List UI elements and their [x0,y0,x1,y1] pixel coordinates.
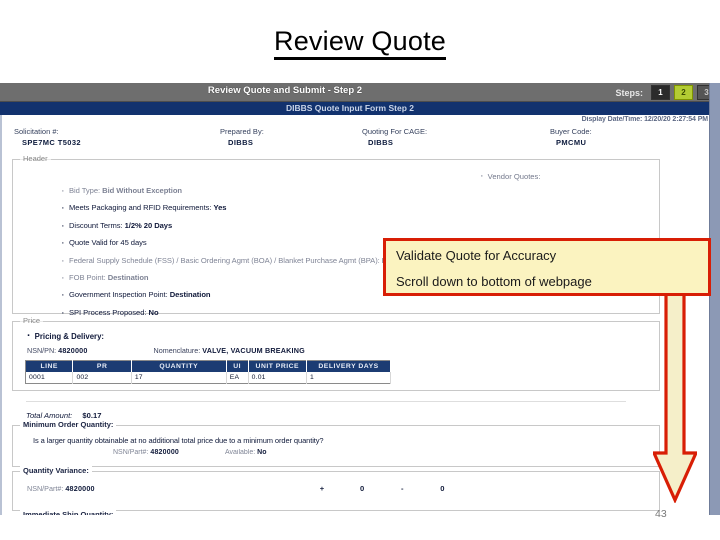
form-body: Display Date/Time: 12/20/20 2:27:54 PM S… [0,115,720,515]
steps-indicator: Steps: 1 2 3 [615,85,716,100]
minimum-order-quantity-section: Minimum Order Quantity: Is a larger quan… [12,420,660,467]
quantity-variance-values: + 0 - 0 [303,484,461,493]
form-banner: DIBBS Quote Input Form Step 2 [0,102,720,115]
buyer-code-label: Buyer Code: [550,127,592,136]
table-row: 0001 002 17 EA 0.01 1 [25,372,391,384]
moq-nsn-value: 4820000 [150,449,180,456]
qv-plus-value[interactable]: 0 [343,484,381,493]
pricing-table: LINE PR QUANTITY UI UNIT PRICE DELIVERY … [25,360,391,384]
bullet-value: Destination [169,290,211,300]
quoting-cage-label: Quoting For CAGE: [362,127,428,136]
qv-nsn-label: NSN/Part#: [27,484,64,493]
page-title: Review Quote [0,26,720,60]
cell-ui: EA [226,372,249,384]
cell-pr: 002 [72,372,132,384]
column-header-pr: PR [72,360,132,372]
callout-line-2: Scroll down to bottom of webpage [396,274,592,289]
minimum-order-quantity-detail: NSN/Part#: 4820000 Available: No [113,449,267,456]
divider [26,401,626,402]
nomenclature-label: Nomenclature: [153,346,201,355]
app-title-bar: Review Quote and Submit - Step 2 Steps: … [0,83,720,102]
quoting-cage-value: DIBBS [368,138,394,147]
pricing-delivery-label: Pricing & Delivery: [27,330,104,342]
total-amount-value: $0.17 [82,411,102,420]
bullet-value: Bid Without Exception [102,186,183,195]
bullet-value: Yes [213,203,227,213]
bullet-value: No [148,307,159,317]
quantity-variance-section: Quantity Variance: NSN/Part#: 4820000 + … [12,466,660,511]
column-header-delivery-days: DELIVERY DAYS [306,360,391,372]
cell-quantity[interactable]: 17 [131,372,227,384]
qv-minus-value[interactable]: 0 [423,484,461,493]
bullet-label: FOB Point: [69,272,106,282]
step-button-1[interactable]: 1 [651,85,670,100]
buyer-code-field: Buyer Code: PMCMU [550,127,592,147]
moq-available-value: No [257,449,267,456]
down-arrow-icon [653,293,697,503]
bullet-value: Destination [107,272,149,282]
solicitation-value: SPE7MC T5032 [22,138,81,147]
bullet-label: Meets Packaging and RFID Requirements: [69,203,212,213]
list-item: SPI Process Proposed: No [60,307,530,319]
qv-minus-label: - [400,484,404,493]
price-section: Price Pricing & Delivery: NSN/PN: 482000… [12,316,660,391]
header-fields: Solicitation #: SPE7MC T5032 Prepared By… [2,127,720,153]
nomenclature-value: VALVE, VACUUM BREAKING [202,346,305,355]
list-item: Discount Terms: 1/2% 20 Days [60,220,530,232]
header-section-legend: Header [20,154,51,163]
cell-delivery-days[interactable]: 1 [306,372,391,384]
annotation-callout: Validate Quote for Accuracy Scroll down … [383,238,711,296]
nsn-label: NSN/PN: [27,346,57,355]
total-amount-label: Total Amount: [26,411,73,420]
slide-page-number: 43 [655,508,667,520]
nsn-value: 4820000 [58,346,88,355]
minimum-order-quantity-question: Is a larger quantity obtainable at no ad… [33,436,324,445]
list-item: Bid Type: Bid Without Exception [60,185,530,197]
column-header-unit-price: UNIT PRICE [248,360,308,372]
price-section-legend: Price [20,316,44,325]
list-item: Meets Packaging and RFID Requirements: Y… [60,202,530,214]
form-banner-text: DIBBS Quote Input Form Step 2 [286,103,414,113]
vendor-quotes-label: Vendor Quotes: [480,170,541,182]
qv-nsn-value: 4820000 [65,484,95,493]
qv-plus-label: + [319,484,325,493]
solicitation-field: Solicitation #: SPE7MC T5032 [14,127,81,147]
bullet-label: SPI Process Proposed: [69,307,147,317]
column-header-line: LINE [25,360,74,372]
prepared-by-value: DIBBS [228,138,254,147]
immediate-ship-quantity-legend: Immediate Ship Quantity: [20,510,117,515]
display-datetime: Display Date/Time: 12/20/20 2:27:54 PM [581,116,709,123]
buyer-code-value: PMCMU [556,138,587,147]
steps-label: Steps: [615,87,643,98]
moq-nsn-label: NSN/Part#: [113,449,149,456]
quantity-variance-legend: Quantity Variance: [20,466,92,475]
app-title-text: Review Quote and Submit - Step 2 [207,85,363,96]
column-header-quantity: QUANTITY [131,360,227,372]
prepared-by-label: Prepared By: [220,127,264,136]
vertical-scrollbar[interactable] [709,83,720,515]
table-header-row: LINE PR QUANTITY UI UNIT PRICE DELIVERY … [25,360,391,372]
bullet-value: 1/2% 20 Days [124,220,173,230]
page-title-text: Review Quote [274,26,446,60]
minimum-order-quantity-legend: Minimum Order Quantity: [20,420,117,429]
quoting-cage-field: Quoting For CAGE: DIBBS [362,127,427,147]
cell-unit-price[interactable]: 0.01 [248,372,308,384]
bullet-label: Government Inspection Point: [69,290,168,300]
column-header-ui: UI [226,360,249,372]
total-amount: Total Amount: $0.17 [26,411,101,420]
solicitation-label: Solicitation #: [14,127,59,136]
prepared-by-field: Prepared By: DIBBS [220,127,264,147]
callout-line-1: Validate Quote for Accuracy [396,248,557,263]
embedded-screenshot: Review Quote and Submit - Step 2 Steps: … [0,83,720,515]
bullet-label: Federal Supply Schedule (FSS) / Basic Or… [69,255,380,265]
bullet-label: Bid Type: [69,186,101,195]
step-button-2[interactable]: 2 [674,85,693,100]
nsn-nomenclature-line: NSN/PN: 4820000 Nomenclature: VALVE, VAC… [27,346,305,355]
moq-available-label: Available: [224,449,256,456]
bullet-label: Quote Valid for 45 days [69,238,147,248]
quantity-variance-detail: NSN/Part#: 4820000 [27,484,95,493]
cell-line: 0001 [25,372,74,384]
bullet-label: Discount Terms: [69,220,123,230]
